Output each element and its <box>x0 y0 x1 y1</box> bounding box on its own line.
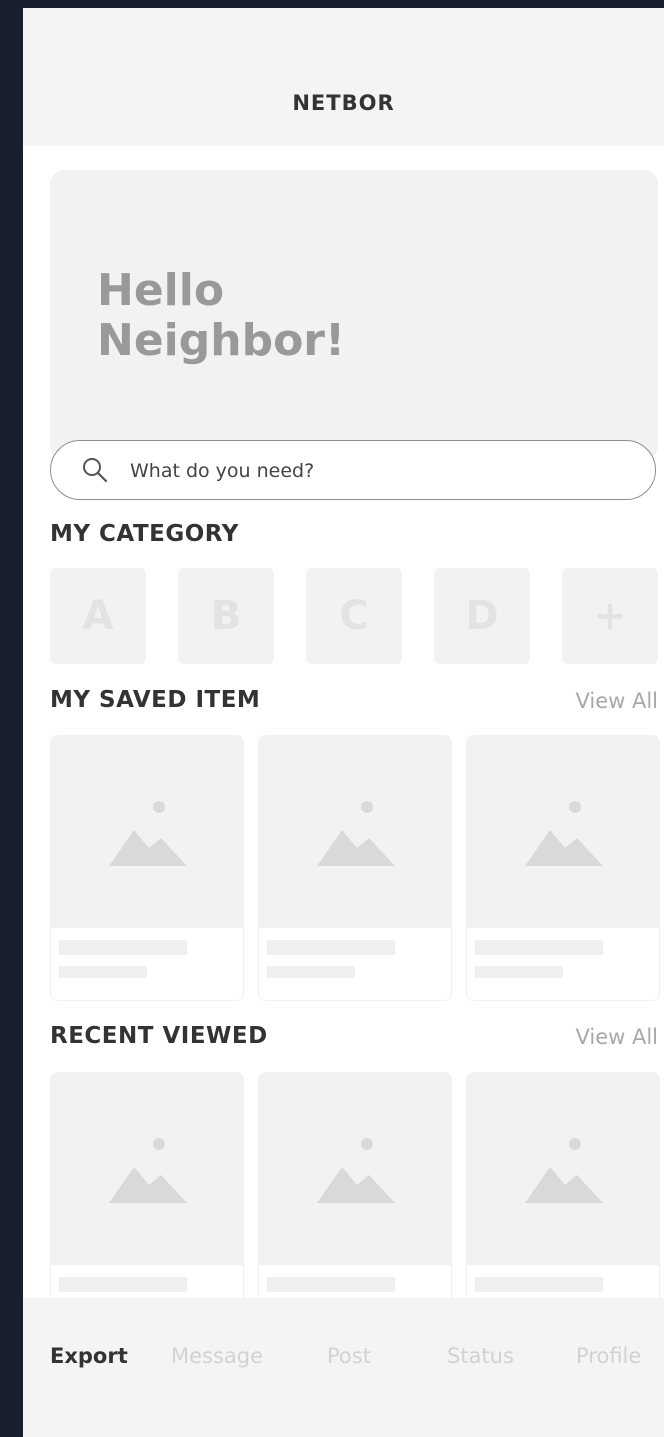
image-placeholder-icon <box>259 1073 451 1265</box>
top-navigation-bar: NETBOR <box>23 8 664 146</box>
saved-view-all-link[interactable]: View All <box>575 689 658 713</box>
tab-export[interactable]: Export <box>50 1344 128 1368</box>
tab-profile[interactable]: Profile <box>576 1344 641 1368</box>
my-saved-item-heading: MY SAVED ITEM <box>50 687 261 713</box>
tab-status[interactable]: Status <box>447 1344 514 1368</box>
subtitle-placeholder <box>267 966 355 978</box>
category-tile-d[interactable]: D <box>434 568 530 664</box>
bottom-tab-bar: Export Message Post Status Profile <box>23 1298 664 1437</box>
image-placeholder-icon <box>51 1073 243 1265</box>
phone-screen: NETBOR Hello Neighbor! MY CATEGORY A B C… <box>23 8 664 1437</box>
tab-message[interactable]: Message <box>171 1344 263 1368</box>
greeting-heading: Hello Neighbor! <box>97 266 345 366</box>
add-category-button[interactable]: + <box>562 568 658 664</box>
image-placeholder-icon <box>259 736 451 928</box>
title-placeholder <box>59 1277 187 1292</box>
hero-banner: Hello Neighbor! <box>50 170 658 460</box>
search-icon <box>81 456 109 484</box>
title-placeholder <box>59 940 187 955</box>
my-category-heading: MY CATEGORY <box>50 521 239 547</box>
saved-item-card[interactable] <box>50 735 244 1001</box>
subtitle-placeholder <box>475 966 563 978</box>
greeting-line-1: Hello <box>97 265 225 316</box>
title-placeholder <box>267 1277 395 1292</box>
category-tile-a[interactable]: A <box>50 568 146 664</box>
image-placeholder-icon <box>51 736 243 928</box>
image-placeholder-icon <box>467 1073 659 1265</box>
recent-viewed-heading: RECENT VIEWED <box>50 1023 268 1049</box>
search-bar[interactable] <box>50 440 656 500</box>
subtitle-placeholder <box>59 966 147 978</box>
category-tile-b[interactable]: B <box>178 568 274 664</box>
image-placeholder-icon <box>467 736 659 928</box>
tab-post[interactable]: Post <box>327 1344 371 1368</box>
greeting-line-2: Neighbor! <box>97 315 346 366</box>
title-placeholder <box>475 1277 603 1292</box>
search-input[interactable] <box>128 453 602 489</box>
category-tile-c[interactable]: C <box>306 568 402 664</box>
title-placeholder <box>475 940 603 955</box>
recent-view-all-link[interactable]: View All <box>575 1025 658 1049</box>
app-title: NETBOR <box>292 91 395 115</box>
title-placeholder <box>267 940 395 955</box>
saved-item-card[interactable] <box>258 735 452 1001</box>
saved-item-card[interactable] <box>466 735 660 1001</box>
